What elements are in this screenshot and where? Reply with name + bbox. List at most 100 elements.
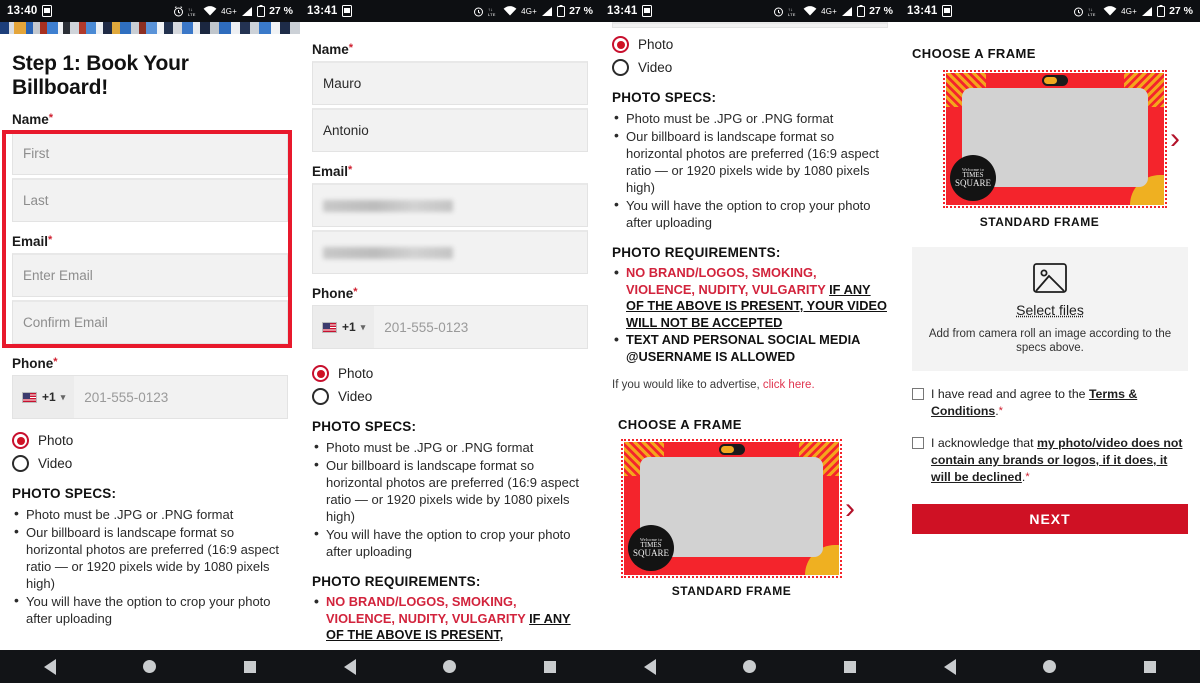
file-dropzone[interactable]: Select files Add from camera roll an ima… — [912, 247, 1188, 371]
nav-home-icon[interactable] — [743, 660, 757, 673]
media-type-radio-group: Photo Video — [612, 36, 888, 76]
acknowledge-checkbox-row[interactable]: I acknowledge that my photo/video does n… — [912, 435, 1188, 486]
nav-back-icon[interactable] — [43, 658, 56, 675]
country-code-selector[interactable]: +1 ▾ — [13, 376, 75, 418]
terms-checkbox[interactable] — [912, 388, 924, 400]
mobile-data-icon: ↑↓ LTE — [188, 6, 199, 17]
radio-photo-icon[interactable] — [312, 365, 329, 382]
photo-requirements-list: NO BRAND/LOGOS, SMOKING, VIOLENCE, NUDIT… — [312, 593, 588, 644]
radio-photo-label: Photo — [338, 366, 374, 381]
nav-recents-icon[interactable] — [244, 660, 257, 673]
signal-icon — [841, 6, 853, 17]
radio-photo-icon[interactable] — [612, 36, 629, 53]
chevron-right-icon[interactable]: › — [1170, 124, 1180, 154]
partial-field-top[interactable] — [612, 22, 888, 28]
panel-4-content: CHOOSE A FRAME Welcome to TIMES SQUARE ›… — [900, 22, 1200, 650]
frame-preview-standard[interactable]: Welcome to TIMES SQUARE — [621, 439, 842, 578]
phone-input[interactable]: +1 ▾ 201-555-0123 — [312, 305, 588, 349]
name-label: Name* — [12, 112, 54, 127]
acknowledge-checkbox[interactable] — [912, 437, 924, 449]
wifi-icon — [1103, 5, 1117, 17]
panel-1: 13:40 ↑↓ LTE 4G+ 27 % Step 1: Book Your B… — [0, 0, 300, 683]
photo-requirements-title: PHOTO REQUIREMENTS: — [312, 574, 481, 589]
terms-checkbox-row[interactable]: I have read and agree to the Terms & Con… — [912, 386, 1188, 420]
nav-recents-icon[interactable] — [844, 660, 857, 673]
phone-label: Phone* — [312, 286, 358, 301]
advertise-text: If you would like to advertise, — [612, 379, 760, 391]
list-item: TEXT AND PERSONAL SOCIAL MEDIA @USERNAME… — [612, 331, 888, 365]
first-name-input[interactable]: First — [12, 131, 288, 175]
nav-back-icon[interactable] — [643, 658, 656, 675]
phone-input[interactable]: +1 ▾ 201-555-0123 — [12, 375, 288, 419]
chevron-down-icon: ▾ — [60, 391, 66, 402]
alarm-icon — [473, 6, 484, 17]
radio-video-icon[interactable] — [612, 59, 629, 76]
nav-home-icon[interactable] — [1043, 660, 1057, 673]
billboard-photo-strip — [0, 22, 300, 34]
status-bar: 13:41 ↑↓ LTE 4G+ 27 % — [300, 0, 600, 22]
redacted-confirm-email-value — [323, 246, 453, 259]
radio-option-video[interactable]: Video — [612, 59, 888, 76]
list-item: Photo must be .JPG or .PNG format — [612, 109, 888, 127]
radio-video-label: Video — [38, 456, 73, 471]
radio-photo-label: Photo — [38, 433, 74, 448]
nav-home-icon[interactable] — [443, 660, 457, 673]
nav-home-icon[interactable] — [143, 660, 157, 673]
advertise-link[interactable]: click here. — [763, 379, 815, 391]
email-input[interactable] — [312, 183, 588, 227]
chevron-right-icon[interactable]: › — [845, 493, 855, 524]
frame-carousel: Welcome to TIMES SQUARE › — [618, 439, 882, 578]
list-item: NO BRAND/LOGOS, SMOKING, VIOLENCE, NUDIT… — [312, 593, 588, 644]
country-code-selector[interactable]: +1 ▾ — [313, 306, 375, 348]
country-code-label: +1 — [42, 390, 56, 404]
mobile-data-icon: ↑↓ LTE — [1088, 6, 1099, 17]
battery-percent: 27 % — [569, 5, 593, 17]
sim-icon — [342, 5, 353, 17]
list-item: NO BRAND/LOGOS, SMOKING, VIOLENCE, NUDIT… — [612, 264, 888, 331]
panel-2-content: Name* Mauro Antonio Email* Phone* +1 ▾ 2… — [300, 22, 600, 650]
confirm-email-input[interactable] — [312, 230, 588, 274]
radio-photo-icon[interactable] — [12, 432, 29, 449]
nav-back-icon[interactable] — [943, 658, 956, 675]
alarm-icon — [173, 5, 184, 17]
status-time: 13:41 — [907, 5, 938, 17]
email-label: Email* — [12, 234, 53, 249]
select-files-link[interactable]: Select files — [1016, 302, 1084, 318]
radio-option-video[interactable]: Video — [312, 388, 588, 405]
android-nav-bar — [900, 650, 1200, 683]
photo-specs-title: PHOTO SPECS: — [312, 419, 417, 434]
network-type-label: 4G+ — [221, 6, 238, 16]
photo-requirements-list: NO BRAND/LOGOS, SMOKING, VIOLENCE, NUDIT… — [612, 264, 888, 365]
frame-carousel: Welcome to TIMES SQUARE › — [912, 70, 1188, 208]
email-input[interactable]: Enter Email — [12, 253, 288, 297]
acknowledge-checkbox-label: I acknowledge that my photo/video does n… — [931, 436, 1183, 484]
badge-line-3: SQUARE — [632, 548, 669, 559]
photo-specs-list: Photo must be .JPG or .PNG format Our bi… — [612, 109, 888, 231]
radio-option-photo[interactable]: Photo — [12, 432, 288, 449]
name-label: Name* — [312, 42, 354, 57]
nav-back-icon[interactable] — [343, 658, 356, 675]
list-item: Photo must be .JPG or .PNG format — [12, 505, 288, 523]
last-name-input[interactable]: Last — [12, 178, 288, 222]
radio-video-icon[interactable] — [312, 388, 329, 405]
requirement-red-text: NO BRAND/LOGOS, SMOKING, VIOLENCE, NUDIT… — [626, 265, 826, 297]
confirm-email-input[interactable]: Confirm Email — [12, 300, 288, 344]
status-time: 13:41 — [307, 5, 338, 17]
radio-option-video[interactable]: Video — [12, 455, 288, 472]
next-button[interactable]: NEXT — [912, 504, 1188, 534]
radio-video-icon[interactable] — [12, 455, 29, 472]
nav-recents-icon[interactable] — [1144, 660, 1157, 673]
mobile-data-icon: ↑↓ LTE — [488, 6, 499, 17]
radio-option-photo[interactable]: Photo — [312, 365, 588, 382]
radio-option-photo[interactable]: Photo — [612, 36, 888, 53]
panel-2: 13:41 ↑↓ LTE 4G+ 27 % Name* Mauro Antonio… — [300, 0, 600, 683]
last-name-input[interactable]: Antonio — [312, 108, 588, 152]
battery-icon — [857, 5, 866, 17]
photo-specs-list: Photo must be .JPG or .PNG format Our bi… — [12, 505, 288, 627]
alarm-icon — [1073, 6, 1084, 17]
choose-frame-title: CHOOSE A FRAME — [618, 417, 742, 432]
nav-recents-icon[interactable] — [544, 660, 557, 673]
frame-preview-standard[interactable]: Welcome to TIMES SQUARE — [943, 70, 1167, 208]
first-name-input[interactable]: Mauro — [312, 61, 588, 105]
choose-a-frame-section: CHOOSE A FRAME Welcome to TIMES SQUARE ›… — [612, 409, 888, 604]
